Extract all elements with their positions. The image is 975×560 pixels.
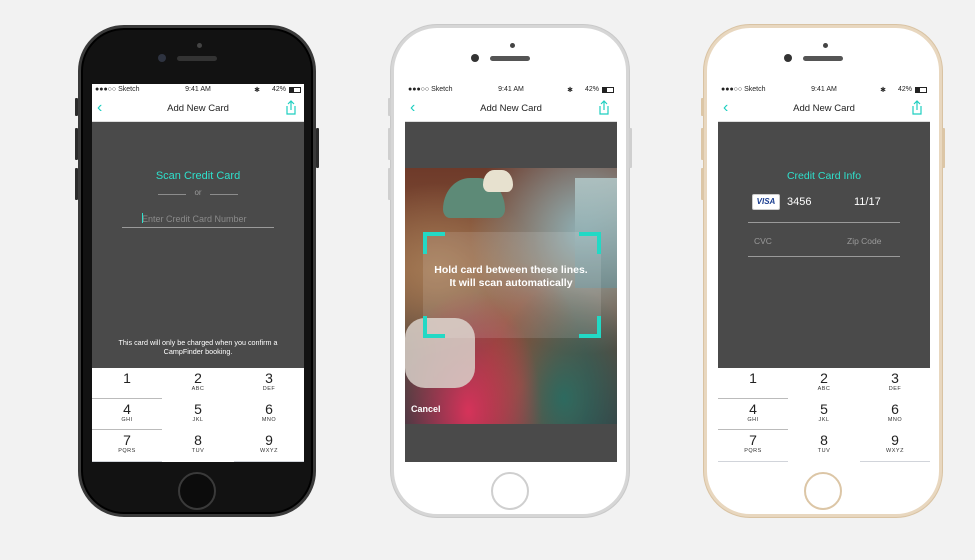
delete-key[interactable] — [860, 461, 930, 462]
front-camera — [158, 54, 166, 62]
battery-percent: 42% — [271, 86, 286, 93]
bluetooth-icon: ✱ — [880, 87, 886, 94]
key-6[interactable]: 6 MNO — [234, 399, 304, 429]
phone-black: ●●●○○ Sketch 9:41 AM ✱ 42% ‹ Add New Car… — [75, 25, 319, 517]
key-4[interactable]: 4 GHI — [718, 399, 788, 429]
key-7[interactable]: 7 PQRS — [718, 430, 788, 460]
key-2[interactable]: 2 ABC — [789, 368, 859, 398]
key-7[interactable]: 7 PQRS — [92, 430, 162, 460]
divider — [210, 194, 238, 195]
lamp-image — [483, 170, 513, 192]
camera-viewfinder: Hold card between these lines. It will s… — [405, 168, 617, 424]
key-8[interactable]: 8 TUV — [789, 430, 859, 460]
battery-icon — [289, 87, 301, 93]
key-9[interactable]: 9 WXYZ — [234, 430, 304, 460]
key-blank — [718, 461, 788, 462]
status-bar: ●●●○○ Sketch 9:41 AM ✱ 42% — [718, 84, 930, 96]
earpiece-speaker — [490, 56, 530, 61]
home-button[interactable] — [804, 472, 842, 510]
card-number-input[interactable] — [122, 210, 274, 228]
key-4[interactable]: 4 GHI — [92, 399, 162, 429]
share-icon[interactable] — [598, 100, 610, 115]
screen-card-info: ●●●○○ Sketch 9:41 AM ✱ 42% ‹ Add New Car… — [718, 84, 930, 462]
divider — [748, 222, 900, 223]
key-2[interactable]: 2 ABC — [163, 368, 233, 398]
nav-bar: ‹ Add New Card — [405, 96, 617, 122]
share-icon[interactable] — [911, 100, 923, 115]
phone-white: ●●●○○ Sketch 9:41 AM ✱ 42% ‹ Add New Car… — [388, 25, 632, 517]
nav-bar: ‹ Add New Card — [92, 96, 304, 122]
cancel-button[interactable]: Cancel — [411, 404, 441, 414]
frame-corner-tr — [579, 232, 601, 254]
status-bar: ●●●○○ Sketch 9:41 AM ✱ 42% — [92, 84, 304, 96]
front-camera — [471, 54, 479, 62]
home-button[interactable] — [491, 472, 529, 510]
battery-percent: 42% — [897, 86, 912, 93]
nav-title: Add New Card — [480, 103, 542, 114]
frame-corner-bl — [423, 316, 445, 338]
or-label: or — [194, 188, 202, 197]
bluetooth-icon: ✱ — [567, 87, 573, 94]
earpiece-speaker — [177, 56, 217, 61]
nav-bar: ‹ Add New Card — [718, 96, 930, 122]
key-5[interactable]: 5 JKL — [163, 399, 233, 429]
key-5[interactable]: 5 JKL — [789, 399, 859, 429]
cvc-field[interactable]: CVC — [754, 236, 772, 246]
key-6[interactable]: 6 MNO — [860, 399, 930, 429]
numeric-keypad: 1 2 ABC 3 DEF 4 GHI 5 JKL 6 MNO 7 PQRS 8 TUV 9W… — [718, 368, 930, 462]
front-camera — [784, 54, 792, 62]
key-0[interactable]: 0 — [789, 461, 859, 462]
key-3[interactable]: 3 DEF — [234, 368, 304, 398]
key-0[interactable]: 0 — [163, 461, 233, 462]
nav-title: Add New Card — [793, 103, 855, 114]
key-8[interactable]: 8 TUV — [163, 430, 233, 460]
delete-key[interactable] — [234, 461, 304, 462]
key-3[interactable]: 3 DEF — [860, 368, 930, 398]
phone-gold: ●●●○○ Sketch 9:41 AM ✱ 42% ‹ Add New Car… — [701, 25, 945, 517]
bluetooth-icon: ✱ — [254, 87, 260, 94]
nav-title: Add New Card — [167, 103, 229, 114]
screen-camera-scan: ●●●○○ Sketch 9:41 AM ✱ 42% ‹ Add New Car… — [405, 84, 617, 462]
home-button[interactable] — [178, 472, 216, 510]
key-blank — [92, 461, 162, 462]
scan-credit-card-link[interactable]: Scan Credit Card — [92, 170, 304, 182]
text-cursor — [142, 213, 143, 223]
share-icon[interactable] — [285, 100, 297, 115]
credit-card-info-title: Credit Card Info — [786, 170, 862, 182]
frame-corner-br — [579, 316, 601, 338]
card-expiry[interactable]: 11/17 — [854, 196, 881, 208]
key-9[interactable]: 9 WXYZ — [860, 430, 930, 460]
battery-icon — [602, 87, 614, 93]
key-1[interactable]: 1 — [92, 368, 162, 398]
status-bar: ●●●○○ Sketch 9:41 AM ✱ 42% — [405, 84, 617, 96]
divider — [748, 256, 900, 257]
zip-code-field[interactable]: Zip Code — [847, 236, 882, 246]
charge-note: This card will only be charged when you … — [118, 338, 278, 356]
earpiece-speaker — [803, 56, 843, 61]
battery-icon — [915, 87, 927, 93]
visa-logo: VISA — [752, 194, 780, 210]
key-1[interactable]: 1 — [718, 368, 788, 398]
battery-percent: 42% — [584, 86, 599, 93]
frame-corner-tl — [423, 232, 445, 254]
scan-instructions: Hold card between these lines. It will s… — [434, 264, 588, 289]
screen-scan-entry: ●●●○○ Sketch 9:41 AM ✱ 42% ‹ Add New Car… — [92, 84, 304, 462]
numeric-keypad: 1 2 ABC 3 DEF 4 GHI 5 JKL 6 MNO 7 PQRS 8 TUV 9W… — [92, 368, 304, 462]
card-last-digits[interactable]: 3456 — [787, 196, 811, 208]
